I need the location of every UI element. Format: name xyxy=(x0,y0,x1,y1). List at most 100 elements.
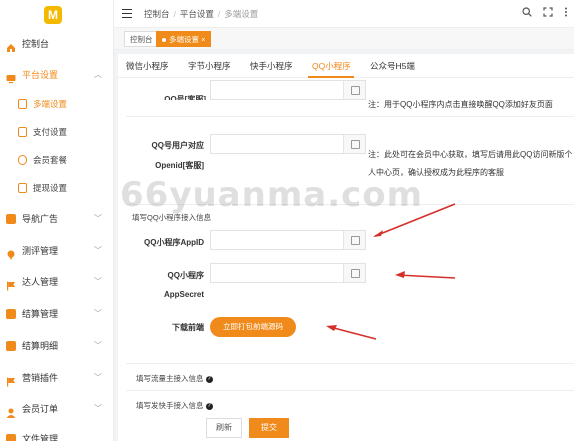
page-tab-dashboard[interactable]: 控制台 xyxy=(124,31,159,47)
appsecret-label-line1: QQ小程序 xyxy=(167,271,204,280)
copy-icon[interactable] xyxy=(343,264,365,282)
card-icon xyxy=(18,127,27,137)
sidebar-subitem-multi-end[interactable]: 多端设置 xyxy=(0,93,114,115)
grid-icon xyxy=(6,214,16,224)
package-icon xyxy=(18,155,27,165)
sidebar-item-label: 平台设置 xyxy=(22,70,59,80)
divider xyxy=(126,116,574,117)
copy-icon[interactable] xyxy=(343,231,365,249)
active-tab-underline xyxy=(308,76,354,78)
help-icon[interactable]: ? xyxy=(205,402,213,410)
tab-h5[interactable]: 公众号H5端 xyxy=(370,60,415,72)
flag-icon xyxy=(6,373,16,387)
breadcrumb-item[interactable]: 平台设置 xyxy=(180,9,214,19)
breadcrumb-item[interactable]: 控制台 xyxy=(144,9,170,19)
kuaishou-title-text: 填写发快手接入信息 xyxy=(136,401,204,410)
sidebar-subitem-withdraw[interactable]: 提现设置 xyxy=(0,177,114,199)
openid-label-line2: Openid[客服] xyxy=(155,161,204,170)
monitor-icon xyxy=(6,70,16,84)
home-icon xyxy=(6,39,16,52)
pin-icon xyxy=(6,246,16,260)
watermark: 66yuanma.com xyxy=(120,175,424,215)
download-package-button[interactable]: 立即打包前端源码 xyxy=(210,317,296,337)
sidebar-item-nav-ads[interactable]: 导航广告 ﹀ xyxy=(0,208,114,230)
submit-button[interactable]: 提交 xyxy=(249,418,289,438)
sidebar-item-label: 控制台 xyxy=(22,39,50,49)
openid-label-line1: QQ号用户对应 xyxy=(151,141,204,150)
sidebar-subitem-label: 多端设置 xyxy=(33,99,68,109)
chevron-down-icon: ﹀ xyxy=(94,277,102,286)
sidebar-subitem-label: 提现设置 xyxy=(33,183,68,193)
menu-toggle-icon[interactable] xyxy=(122,9,132,18)
more-icon[interactable] xyxy=(564,7,568,20)
fullscreen-icon[interactable] xyxy=(543,7,556,20)
appsecret-input[interactable] xyxy=(210,263,366,283)
sidebar-subitem-membership[interactable]: 会员套餐 xyxy=(0,149,114,171)
flag-icon xyxy=(6,277,16,291)
openid-note-line1: 注：此处可在会员中心获取，填写后请用此QQ访问新版个 xyxy=(368,150,573,159)
liuliang-title-text: 填写流量主接入信息 xyxy=(136,374,204,383)
header-actions xyxy=(514,7,568,20)
appid-label: QQ小程序AppID xyxy=(144,238,204,247)
sidebar: M 控制台 平台设置 ︿ 多端设置 支付设置 会员套餐 提现设置 导航广告 ﹀ … xyxy=(0,0,114,441)
refresh-button[interactable]: 刷新 xyxy=(206,418,242,438)
sidebar-subitem-label: 支付设置 xyxy=(33,127,68,137)
download-label: 下载前端 xyxy=(172,323,204,332)
sidebar-item-talent[interactable]: 达人管理 ﹀ xyxy=(0,271,114,293)
user-icon xyxy=(6,404,16,418)
tab-kuaishou-miniprogram[interactable]: 快手小程序 xyxy=(250,60,293,72)
sidebar-item-dashboard[interactable]: 控制台 xyxy=(0,33,114,55)
qq-number-label: QQ号[客服] xyxy=(164,95,206,100)
page-tab-label: 多端设置 xyxy=(169,35,199,44)
sidebar-item-marketing[interactable]: 营销插件 ﹀ xyxy=(0,367,114,389)
sidebar-item-label: 测评管理 xyxy=(22,246,59,256)
wallet-icon xyxy=(18,183,27,193)
page-tab-multi-end[interactable]: 多端设置 × xyxy=(156,31,212,47)
tab-wechat-miniprogram[interactable]: 微信小程序 xyxy=(126,60,169,72)
sidebar-item-label: 结算管理 xyxy=(22,309,59,319)
chevron-down-icon: ﹀ xyxy=(94,341,102,350)
copy-icon[interactable] xyxy=(343,135,365,153)
sidebar-item-label: 会员订单 xyxy=(22,404,59,414)
box-icon xyxy=(6,341,16,351)
appsecret-label-line2: AppSecret xyxy=(163,290,204,299)
sidebar-item-label: 达人管理 xyxy=(22,277,59,287)
sidebar-item-settlement-detail[interactable]: 结算明细 ﹀ xyxy=(0,335,114,357)
chevron-up-icon: ︿ xyxy=(94,70,102,79)
sidebar-item-files[interactable]: 文件管理 xyxy=(0,428,114,441)
divider xyxy=(126,390,574,391)
breadcrumb: 控制台 / 平台设置 / 多端设置 xyxy=(144,9,259,19)
doc-icon xyxy=(18,99,27,109)
sidebar-item-label: 文件管理 xyxy=(22,434,59,441)
qq-number-input[interactable] xyxy=(210,80,366,100)
chevron-down-icon: ﹀ xyxy=(94,373,102,382)
active-dot-icon xyxy=(162,38,166,43)
appid-input[interactable] xyxy=(210,230,366,250)
sidebar-item-settlement[interactable]: 结算管理 ﹀ xyxy=(0,303,114,325)
liuliang-section-title[interactable]: 填写流量主接入信息? xyxy=(136,373,213,384)
chevron-down-icon: ﹀ xyxy=(94,246,102,255)
page-tab-label: 控制台 xyxy=(130,35,153,44)
sidebar-item-platform-settings[interactable]: 平台设置 ︿ xyxy=(0,64,114,86)
search-icon[interactable] xyxy=(522,7,535,20)
tab-qq-miniprogram[interactable]: QQ小程序 xyxy=(312,60,351,72)
content-panel: 微信小程序 字节小程序 快手小程序 QQ小程序 公众号H5端 QQ号[客服] 注… xyxy=(118,54,574,441)
close-icon[interactable]: × xyxy=(201,35,205,44)
top-header: 控制台 / 平台设置 / 多端设置 xyxy=(114,0,574,28)
help-icon[interactable]: ? xyxy=(205,375,213,383)
page-tabs: 控制台 多端设置 × xyxy=(114,28,574,50)
chevron-down-icon: ﹀ xyxy=(94,309,102,318)
sidebar-item-label: 结算明细 xyxy=(22,341,59,351)
sidebar-item-review[interactable]: 测评管理 ﹀ xyxy=(0,240,114,262)
box-icon xyxy=(6,309,16,319)
copy-icon[interactable] xyxy=(343,81,365,99)
tab-bytedance-miniprogram[interactable]: 字节小程序 xyxy=(188,60,231,72)
sidebar-item-member-orders[interactable]: 会员订单 ﹀ xyxy=(0,398,114,420)
logo: M xyxy=(44,6,62,24)
openid-input[interactable] xyxy=(210,134,366,154)
divider xyxy=(126,363,574,364)
sidebar-item-label: 导航广告 xyxy=(22,214,59,224)
qq-number-note: 注：用于QQ小程序内点击直接唤醒QQ添加好友页面 xyxy=(368,100,553,109)
sidebar-subitem-payment[interactable]: 支付设置 xyxy=(0,121,114,143)
kuaishou-section-title[interactable]: 填写发快手接入信息? xyxy=(136,400,213,411)
